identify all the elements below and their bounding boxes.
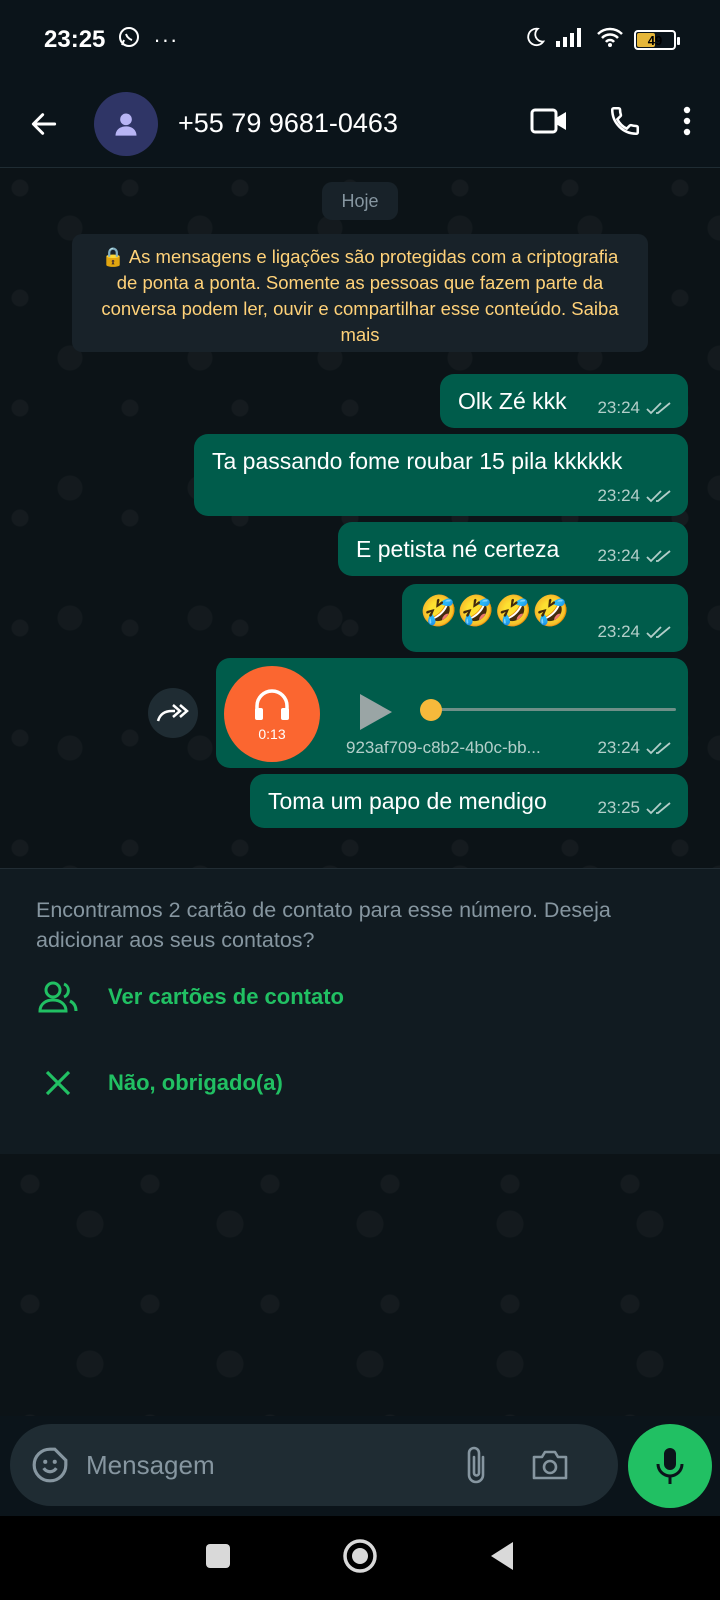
- chat-wallpaper: [0, 1154, 720, 1416]
- double-check-icon: [646, 402, 671, 415]
- whatsapp-icon: [117, 25, 141, 56]
- wifi-icon: [596, 26, 624, 55]
- message-text: Toma um papo de mendigo: [268, 788, 547, 814]
- home-icon[interactable]: [342, 1538, 378, 1579]
- moon-icon: [524, 26, 546, 55]
- audio-message-bubble[interactable]: 0:13 923af709-c8b2-4b0c-bb... 23:24: [216, 658, 688, 768]
- kebab-menu-icon[interactable]: [682, 105, 692, 142]
- message-time: 23:24: [597, 622, 640, 641]
- double-check-icon: [646, 742, 671, 755]
- message-time: 23:25: [597, 798, 640, 817]
- message-time: 23:24: [597, 398, 640, 417]
- play-icon[interactable]: [358, 692, 394, 732]
- nav-back-icon[interactable]: [489, 1541, 515, 1576]
- chat-header: +55 79 9681-0463: [0, 80, 720, 168]
- camera-icon[interactable]: [528, 1449, 572, 1481]
- message-bubble[interactable]: Toma um papo de mendigo 23:25: [250, 774, 688, 828]
- contact-name[interactable]: +55 79 9681-0463: [178, 108, 398, 139]
- encryption-notice[interactable]: 🔒 As mensagens e ligações são protegidas…: [72, 234, 648, 352]
- audio-progress-handle[interactable]: [420, 699, 442, 721]
- contact-card-notice: Encontramos 2 cartão de contato para ess…: [36, 898, 611, 952]
- attach-icon[interactable]: [456, 1445, 496, 1485]
- forward-icon[interactable]: [148, 688, 198, 738]
- message-text: E petista né certeza: [356, 536, 560, 562]
- sticker-icon[interactable]: [28, 1443, 72, 1487]
- close-icon: [28, 1069, 88, 1097]
- audio-filename: 923af709-c8b2-4b0c-bb...: [346, 738, 541, 757]
- double-check-icon: [646, 802, 671, 815]
- double-check-icon: [646, 550, 671, 563]
- message-bubble[interactable]: 🤣🤣🤣🤣 23:24: [402, 584, 688, 652]
- phone-icon[interactable]: [608, 104, 642, 143]
- double-check-icon: [646, 490, 671, 503]
- person-icon: [115, 113, 137, 136]
- double-check-icon: [646, 626, 671, 639]
- chat-area: Hoje 🔒 As mensagens e ligações são prote…: [0, 168, 720, 868]
- message-bubble[interactable]: Ta passando fome roubar 15 pila kkkkkk 2…: [194, 434, 688, 516]
- headphones-icon: [255, 689, 289, 720]
- status-time: 23:25: [44, 26, 106, 53]
- dismiss-button[interactable]: Não, obrigado(a): [0, 1053, 720, 1113]
- contacts-icon: [28, 981, 88, 1013]
- signal-icon: [556, 26, 586, 54]
- video-call-icon[interactable]: [530, 106, 568, 141]
- message-text: Ta passando fome roubar 15 pila kkkkkk: [212, 448, 623, 474]
- view-contact-cards-label: Ver cartões de contato: [108, 984, 344, 1009]
- mic-icon: [656, 1448, 684, 1484]
- back-arrow-icon[interactable]: [14, 94, 74, 154]
- message-bubble[interactable]: E petista né certeza 23:24: [338, 522, 688, 576]
- message-bubble[interactable]: Olk Zé kkk 23:24: [440, 374, 688, 428]
- message-composer: [10, 1424, 618, 1506]
- dismiss-label: Não, obrigado(a): [108, 1070, 283, 1095]
- contact-card-prompt: Encontramos 2 cartão de contato para ess…: [0, 868, 720, 1154]
- message-time: 23:24: [597, 546, 640, 565]
- audio-avatar: 0:13: [224, 666, 320, 762]
- more-dots-icon: ···: [153, 27, 179, 52]
- view-contact-cards-button[interactable]: Ver cartões de contato: [0, 967, 720, 1027]
- recents-icon[interactable]: [205, 1543, 231, 1574]
- audio-duration: 0:13: [258, 726, 286, 742]
- battery-level: 49: [647, 32, 663, 48]
- status-bar: 23:25 ··· 49: [0, 0, 720, 80]
- date-chip: Hoje: [322, 182, 398, 220]
- battery-icon: 49: [634, 30, 680, 50]
- message-text: Olk Zé kkk: [458, 388, 567, 414]
- message-time: 23:24: [597, 486, 640, 505]
- avatar[interactable]: [94, 91, 158, 156]
- mic-button[interactable]: [628, 1424, 712, 1508]
- system-nav-bar: [0, 1516, 720, 1600]
- message-text: 🤣🤣🤣🤣: [420, 595, 570, 628]
- message-input[interactable]: [86, 1449, 446, 1481]
- message-time: 23:24: [597, 738, 640, 757]
- audio-progress-track[interactable]: [426, 708, 676, 711]
